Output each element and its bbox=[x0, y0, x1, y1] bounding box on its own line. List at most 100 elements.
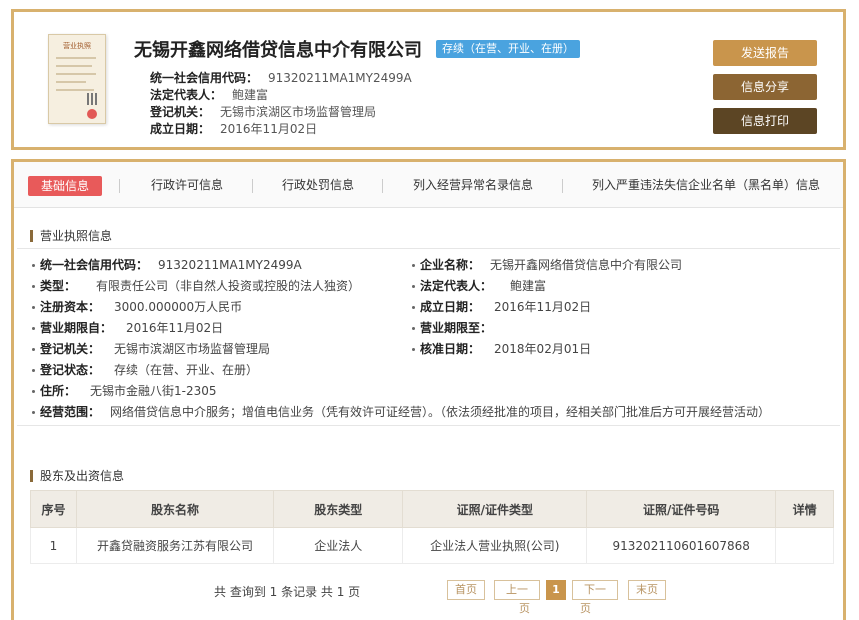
current-page[interactable]: 1 bbox=[546, 580, 566, 600]
info-row: 核准日期： 2018年02月01日 bbox=[412, 340, 591, 357]
bullet bbox=[412, 327, 415, 330]
field-label: 登记机关： bbox=[150, 105, 211, 119]
shareholder-table: 序号 股东名称 股东类型 证照/证件类型 证照/证件号码 详情 1 开鑫贷融资服… bbox=[30, 490, 834, 564]
field-value: 鲍建富 bbox=[510, 279, 547, 293]
column-header: 详情 bbox=[775, 490, 834, 528]
tab-admin-penalty[interactable]: 行政处罚信息 bbox=[282, 176, 354, 193]
column-header: 股东类型 bbox=[273, 490, 404, 528]
bullet bbox=[32, 306, 35, 309]
info-row: 登记状态： 存续（在营、开业、在册） bbox=[32, 361, 258, 378]
tab-basic-info[interactable]: 基础信息 bbox=[28, 176, 102, 196]
field-label: 统一社会信用代码： bbox=[40, 258, 149, 272]
info-row: 营业期限至： bbox=[412, 319, 506, 336]
info-row: 经营范围： 网络借贷信息中介服务；增值电信业务（凭有效许可证经营）。（依法须经批准… bbox=[32, 403, 770, 420]
qr-code-icon bbox=[87, 93, 99, 105]
field-value: 2016年11月02日 bbox=[494, 300, 592, 314]
company-header-card: 营业执照 无锡开鑫网络借贷信息中介有限公司 存续（在营、开业、在册） 统一社会信… bbox=[11, 9, 846, 150]
prev-page-sub: 页 bbox=[519, 602, 530, 615]
field-value: 存续（在营、开业、在册） bbox=[114, 363, 259, 377]
pager-summary: 共 查询到 1 条记录 共 1 页 bbox=[214, 585, 361, 599]
field-value: 2016年11月02日 bbox=[126, 321, 224, 335]
field-value: 91320211MA1MY2499A bbox=[158, 258, 302, 272]
column-header: 股东名称 bbox=[75, 490, 275, 528]
tab-admin-license[interactable]: 行政许可信息 bbox=[151, 176, 223, 193]
license-section-box bbox=[17, 248, 840, 426]
field-label: 成立日期： bbox=[420, 300, 481, 314]
bullet bbox=[412, 264, 415, 267]
license-line bbox=[56, 65, 92, 67]
info-row: 住所： 无锡市金融八街1-2305 bbox=[32, 382, 217, 399]
table-cell: 企业法人 bbox=[273, 527, 404, 564]
bullet bbox=[32, 390, 35, 393]
field-label: 营业期限自： bbox=[40, 321, 113, 335]
license-line bbox=[56, 57, 96, 59]
field-label: 法定代表人： bbox=[150, 88, 223, 102]
table-row: 1 开鑫贷融资服务江苏有限公司 企业法人 企业法人营业执照(公司) 913202… bbox=[30, 527, 834, 564]
field-label: 法定代表人： bbox=[420, 279, 493, 293]
info-row: 企业名称： 无锡开鑫网络借贷信息中介有限公司 bbox=[412, 256, 682, 273]
bullet bbox=[412, 285, 415, 288]
field-value: 2018年02月01日 bbox=[494, 342, 592, 356]
header-credit-code: 统一社会信用代码： 91320211MA1MY2499A bbox=[150, 69, 412, 86]
print-info-button[interactable]: 信息打印 bbox=[713, 108, 817, 134]
next-page-button[interactable]: 下一 bbox=[572, 580, 618, 600]
field-value: 2016年11月02日 bbox=[220, 122, 318, 136]
license-line bbox=[56, 73, 96, 75]
field-label: 登记机关： bbox=[40, 342, 101, 356]
field-label: 住所： bbox=[40, 384, 77, 398]
next-page-sub: 页 bbox=[580, 602, 591, 615]
info-row: 注册资本： 3000.000000万人民币 bbox=[32, 298, 242, 315]
bullet bbox=[412, 306, 415, 309]
column-header: 证照/证件号码 bbox=[586, 490, 777, 528]
info-row: 法定代表人： 鲍建富 bbox=[412, 277, 546, 294]
tab-divider bbox=[119, 179, 120, 193]
info-row: 登记机关： 无锡市滨湖区市场监督管理局 bbox=[32, 340, 270, 357]
license-title: 营业执照 bbox=[63, 42, 91, 50]
tab-abnormal-operation[interactable]: 列入经营异常名录信息 bbox=[413, 176, 533, 193]
field-value: 无锡市滨湖区市场监督管理局 bbox=[114, 342, 271, 356]
tab-divider bbox=[252, 179, 253, 193]
bullet bbox=[32, 369, 35, 372]
table-cell: 企业法人营业执照(公司) bbox=[402, 527, 588, 564]
bullet bbox=[32, 348, 35, 351]
official-seal-icon bbox=[87, 109, 97, 119]
bullet bbox=[32, 327, 35, 330]
license-line bbox=[56, 89, 94, 91]
field-value: 网络借贷信息中介服务；增值电信业务（凭有效许可证经营）。（依法须经批准的项目，经… bbox=[110, 405, 771, 419]
info-row: 类型： 有限责任公司（非自然人投资或控股的法人独资） bbox=[32, 277, 360, 294]
last-page-button[interactable]: 末页 bbox=[628, 580, 666, 600]
first-page-button[interactable]: 首页 bbox=[447, 580, 485, 600]
share-info-button[interactable]: 信息分享 bbox=[713, 74, 817, 100]
bullet bbox=[412, 348, 415, 351]
info-tabs: 基础信息 行政许可信息 行政处罚信息 列入经营异常名录信息 列入严重违法失信企业… bbox=[14, 162, 843, 208]
table-header-row: 序号 股东名称 股东类型 证照/证件类型 证照/证件号码 详情 bbox=[30, 490, 834, 528]
info-row: 成立日期： 2016年11月02日 bbox=[412, 298, 591, 315]
tab-divider bbox=[382, 179, 383, 193]
bullet bbox=[32, 285, 35, 288]
field-label: 注册资本： bbox=[40, 300, 101, 314]
info-row: 统一社会信用代码： 91320211MA1MY2499A bbox=[32, 256, 302, 273]
field-label: 成立日期： bbox=[150, 122, 211, 136]
field-label: 登记状态： bbox=[40, 363, 101, 377]
details-cell[interactable] bbox=[775, 527, 834, 564]
header-registration-authority: 登记机关： 无锡市滨湖区市场监督管理局 bbox=[150, 103, 376, 120]
tab-blacklist[interactable]: 列入严重违法失信企业名单（黑名单）信息 bbox=[592, 176, 820, 193]
field-value: 鲍建富 bbox=[232, 88, 269, 102]
license-section-title: 营业执照信息 bbox=[30, 230, 112, 242]
send-report-button[interactable]: 发送报告 bbox=[713, 40, 817, 66]
field-value: 有限责任公司（非自然人投资或控股的法人独资） bbox=[96, 279, 361, 293]
license-line bbox=[56, 81, 86, 83]
field-value: 无锡开鑫网络借贷信息中介有限公司 bbox=[490, 258, 683, 272]
info-row: 营业期限自： 2016年11月02日 bbox=[32, 319, 223, 336]
prev-page-button[interactable]: 上一 bbox=[494, 580, 540, 600]
details-card: 基础信息 行政许可信息 行政处罚信息 列入经营异常名录信息 列入严重违法失信企业… bbox=[11, 159, 846, 620]
header-legal-rep: 法定代表人： 鲍建富 bbox=[150, 86, 268, 103]
column-header: 序号 bbox=[30, 490, 77, 528]
table-cell: 开鑫贷融资服务江苏有限公司 bbox=[75, 527, 275, 564]
header-established-date: 成立日期： 2016年11月02日 bbox=[150, 120, 317, 137]
column-header: 证照/证件类型 bbox=[402, 490, 588, 528]
field-label: 统一社会信用代码： bbox=[150, 71, 259, 85]
company-name: 无锡开鑫网络借贷信息中介有限公司 bbox=[134, 40, 422, 61]
status-badge: 存续（在营、开业、在册） bbox=[436, 40, 580, 58]
bullet bbox=[32, 411, 35, 414]
